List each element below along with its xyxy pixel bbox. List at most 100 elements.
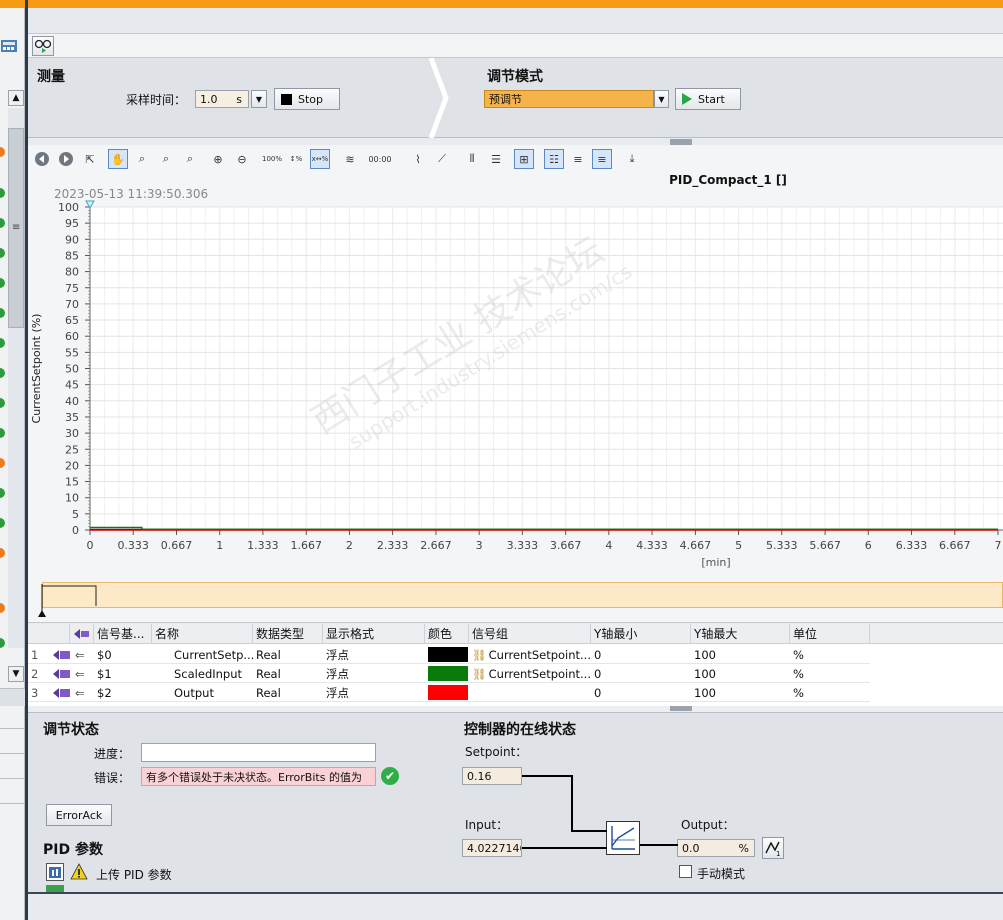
splitter-handle[interactable] bbox=[670, 706, 692, 711]
calculator-icon[interactable] bbox=[0, 38, 20, 56]
y-zoom-100-icon[interactable]: ↕% bbox=[286, 149, 306, 169]
upload-params-icon[interactable] bbox=[46, 863, 64, 881]
zoom-in-icon[interactable]: ⊕ bbox=[208, 149, 228, 169]
table-row[interactable]: 2 ⇐ $1 ScaledInput Real 浮点 ⛓ CurrentSetpoint...… bbox=[28, 664, 1003, 683]
stop-button[interactable]: Stop bbox=[274, 88, 340, 110]
sample-time-input[interactable]: 1.0 s bbox=[195, 90, 249, 108]
tuning-mode-select[interactable]: 预调节 bbox=[484, 90, 654, 108]
signal-ymax-cell[interactable]: 100 bbox=[691, 664, 790, 683]
signal-format-cell[interactable]: 浮点 bbox=[323, 683, 425, 702]
trend-chart-svg[interactable]: PID_Compact_1 [] 2023-05-13 11:39:50.306 0… bbox=[28, 173, 1003, 578]
zoom-fit-icon[interactable]: ⌕ bbox=[180, 149, 200, 169]
signal-name-cell[interactable]: CurrentSetp... bbox=[152, 645, 254, 664]
col-header[interactable]: 信号基... bbox=[94, 624, 152, 644]
table-row[interactable]: 3 ⇐ $2 Output Real 浮点 0 100% bbox=[28, 683, 1003, 702]
signal-group-cell[interactable]: ⛓ CurrentSetpoint... bbox=[469, 645, 591, 664]
signal-idx-cell: 1 bbox=[31, 647, 39, 662]
signal-format-cell[interactable]: 浮点 bbox=[323, 664, 425, 683]
signal-unit-cell[interactable]: % bbox=[790, 683, 870, 702]
manual-output-icon[interactable]: 1 bbox=[762, 837, 784, 859]
start-button[interactable]: Start bbox=[675, 88, 741, 110]
overview-window[interactable] bbox=[42, 582, 1003, 608]
signal-ymin-cell[interactable]: 0 bbox=[591, 683, 691, 702]
measure-cursor-icon[interactable]: ⊞ bbox=[514, 149, 534, 169]
signal-base-cell[interactable]: $0 bbox=[94, 645, 152, 664]
signal-name-cell[interactable]: ScaledInput bbox=[152, 664, 253, 683]
svg-text:1: 1 bbox=[776, 850, 780, 857]
signal-unit-cell[interactable]: % bbox=[790, 664, 870, 683]
y-tick-label: 100 bbox=[58, 201, 79, 214]
signal-ymax-cell[interactable]: 100 bbox=[691, 683, 790, 702]
signal-type-cell[interactable]: Real bbox=[253, 645, 323, 664]
col-header[interactable]: 显示格式 bbox=[323, 624, 425, 644]
time-axis-icon[interactable]: 00:00 bbox=[368, 149, 391, 169]
status-dot-icon bbox=[0, 338, 5, 348]
align-left-icon[interactable]: ≡ bbox=[568, 149, 588, 169]
row-divider bbox=[28, 701, 870, 702]
signal-ymin-cell[interactable]: 0 bbox=[591, 645, 691, 664]
signal-unit-cell[interactable]: % bbox=[790, 645, 870, 664]
col-header[interactable]: 颜色 bbox=[425, 624, 469, 644]
y-tick-label: 75 bbox=[65, 282, 79, 295]
signal-group-cell[interactable] bbox=[469, 683, 591, 702]
vertical-cursor-icon[interactable]: ⫴ bbox=[462, 149, 482, 169]
scroll-down-button[interactable]: ▼ bbox=[8, 666, 24, 682]
align-right-icon[interactable]: ≡ bbox=[592, 149, 612, 169]
status-dot-icon bbox=[0, 188, 5, 198]
title-accent-bar bbox=[0, 0, 1003, 8]
forward-icon[interactable] bbox=[56, 149, 76, 169]
table-row[interactable]: 1 ⇐ $0 CurrentSetp... Real 浮点 ⛓ CurrentSetpoint… bbox=[28, 645, 1003, 664]
error-label: 错误： bbox=[94, 771, 131, 785]
signal-group-cell[interactable]: ⛓ CurrentSetpoint... bbox=[469, 664, 591, 683]
col-header[interactable]: 信号组 bbox=[469, 624, 591, 644]
signal-color-swatch[interactable] bbox=[425, 645, 469, 664]
col-header[interactable]: 名称 bbox=[152, 624, 253, 644]
signal-color-swatch[interactable] bbox=[425, 683, 469, 702]
manual-mode-checkbox[interactable] bbox=[679, 865, 692, 878]
signal-type-cell[interactable]: Real bbox=[253, 683, 323, 702]
x-zoom-100-icon[interactable]: x↔% bbox=[310, 149, 330, 169]
col-header[interactable]: Y轴最小 bbox=[591, 624, 691, 644]
back-icon[interactable] bbox=[32, 149, 52, 169]
horizontal-cursor-icon[interactable]: ☰ bbox=[486, 149, 506, 169]
tuning-mode-dropdown[interactable]: ▼ bbox=[654, 90, 669, 108]
legend-list-icon[interactable]: ☷ bbox=[544, 149, 564, 169]
editor-toolbar bbox=[28, 34, 1003, 58]
zoom-box-icon[interactable]: ⌕ bbox=[132, 149, 152, 169]
x-tick-label: 1.333 bbox=[247, 539, 279, 552]
scroll-up-button[interactable]: ▲ bbox=[8, 90, 24, 106]
cursor-icon[interactable]: ⇱ bbox=[80, 149, 100, 169]
error-value: 有多个错误处于未决状态。ErrorBits 的值为 bbox=[146, 770, 362, 784]
zoom-region-icon[interactable]: ⌕ bbox=[156, 149, 176, 169]
erroract-button[interactable]: ErrorAck bbox=[46, 804, 112, 826]
signal-ymin-cell[interactable]: 0 bbox=[591, 664, 691, 683]
x-tick-label: 2 bbox=[346, 539, 353, 552]
trend-line-icon[interactable]: ⟋ bbox=[432, 149, 452, 169]
pan-hand-icon[interactable]: ✋ bbox=[108, 149, 128, 169]
sample-time-dropdown[interactable]: ▼ bbox=[251, 90, 267, 108]
signal-color-swatch[interactable] bbox=[425, 664, 469, 683]
signal-base-cell[interactable]: $1 bbox=[94, 664, 152, 683]
signal-type-icon bbox=[70, 624, 94, 644]
glasses-monitor-icon[interactable] bbox=[32, 36, 54, 56]
zoom-100-icon[interactable]: 100% bbox=[262, 149, 282, 169]
zoom-out-icon[interactable]: ⊖ bbox=[232, 149, 252, 169]
signal-idx-cell: 2 bbox=[31, 666, 39, 681]
col-header[interactable]: 数据类型 bbox=[253, 624, 323, 644]
col-header[interactable]: 单位 bbox=[790, 624, 870, 644]
export-icon[interactable]: ⤓ bbox=[622, 149, 642, 169]
status-dot-icon bbox=[0, 368, 5, 378]
x-tick-label: 6.333 bbox=[896, 539, 928, 552]
upload-params-label[interactable]: 上传 PID 参数 bbox=[96, 866, 172, 883]
col-header[interactable]: Y轴最大 bbox=[691, 624, 790, 644]
area-chart-icon[interactable]: ≋ bbox=[340, 149, 360, 169]
signal-ymax-cell[interactable]: 100 bbox=[691, 645, 790, 664]
progress-field bbox=[141, 743, 376, 762]
signal-base-cell[interactable]: $2 bbox=[94, 683, 152, 702]
line-chart-icon[interactable]: ⌇ bbox=[408, 149, 428, 169]
signal-name-cell[interactable]: Output bbox=[152, 683, 253, 702]
input-value: 4.0227146 bbox=[462, 839, 522, 857]
status-dot-icon bbox=[0, 218, 5, 228]
signal-format-cell[interactable]: 浮点 bbox=[323, 645, 425, 664]
signal-type-cell[interactable]: Real bbox=[253, 664, 323, 683]
